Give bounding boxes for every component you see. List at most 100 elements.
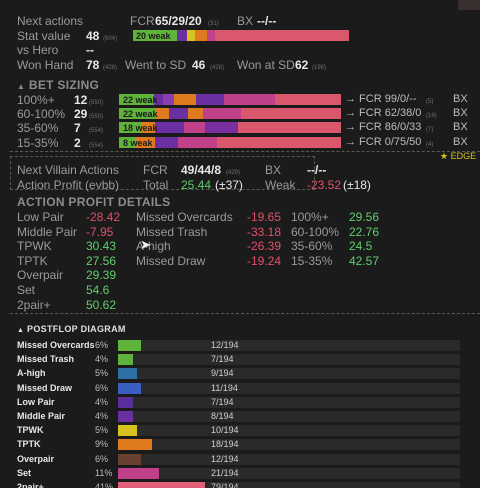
diagram-row-pct: 4% [95, 354, 109, 365]
weak-pm: (±18) [343, 178, 371, 192]
diagram-row-fill [118, 382, 141, 394]
villain-bx-label: BX [265, 163, 282, 177]
detail-value: 29.39 [86, 268, 117, 283]
fcr-sub: (31) [208, 21, 219, 27]
detail-value: -28.42 [86, 210, 121, 224]
star-icon: ★ [440, 151, 449, 161]
diagram-row-track [118, 411, 460, 422]
detail-label: 2pair+ [17, 297, 51, 312]
diagram-row-count: 18/194 [211, 439, 239, 450]
vs-hero-value: -- [86, 43, 94, 57]
detail-value: -33.18 [247, 224, 282, 239]
detail-label: TPWK [17, 239, 52, 254]
detail-label: Missed Overcards [136, 210, 233, 224]
detail-label: Overpair [17, 268, 64, 283]
diagram-row-fill [118, 340, 141, 351]
postflop-diagram-header[interactable]: ▲ POSTFLOP DIAGRAM [17, 324, 126, 335]
detail-value: 42.57 [349, 253, 380, 268]
bet-sizing-title: BET SIZING [28, 78, 100, 92]
next-villain-label: Next Villain Actions [17, 163, 119, 177]
hud-panel: Next actions FCR 65/29/20 (31) BX --/-- … [0, 0, 480, 488]
diagram-row-count: 79/194 [211, 482, 239, 488]
diagram-row-fill [118, 411, 133, 422]
bet-sizing-header[interactable]: ▲ BET SIZING [17, 79, 99, 91]
edge-badge: ★ EDGE [440, 152, 476, 161]
diagram-row-fill [118, 467, 159, 479]
diagram-row-count: 11/194 [211, 382, 238, 393]
action-profit-label: Action Profit (evbb) [17, 178, 120, 192]
diagram-row-label: Missed Draw [17, 382, 73, 393]
total-pm: (±37) [215, 178, 243, 192]
stat-value: 48 [86, 29, 100, 43]
diagram-row-label: Missed Overcards [17, 340, 95, 350]
fcr-value: 65/29/20 [155, 14, 202, 28]
detail-value: 22.76 [349, 224, 380, 239]
detail-label: 60-100% [291, 224, 340, 239]
detail-label: Set [17, 283, 36, 297]
diagram-row-label: TPTK [17, 439, 41, 450]
detail-label: Low Pair [17, 210, 64, 224]
detail-value: 29.56 [349, 210, 380, 224]
won-sd-sub: (198) [312, 65, 327, 71]
diagram-row-fill [118, 354, 133, 366]
diagram-row-pct: 9% [95, 439, 109, 450]
diagram-row-count: 10/194 [211, 425, 239, 436]
detail-value: -26.39 [247, 239, 282, 254]
stat-tag: 20 weak [136, 31, 171, 41]
diagram-row-count: 7/194 [211, 396, 234, 407]
edge-label: EDGE [450, 151, 477, 161]
diagram-row-track [118, 340, 460, 351]
diagram-row-fill [118, 439, 152, 451]
diagram-row-label: A-high [17, 368, 46, 379]
next-actions-label: Next actions [17, 14, 84, 28]
diagram-row-label: Low Pair [17, 396, 55, 407]
detail-value: 54.6 [86, 283, 110, 297]
diagram-row-count: 12/194 [211, 453, 239, 464]
went-sd-value: 46 [192, 58, 206, 72]
went-sd-label: Went to SD [125, 58, 187, 72]
detail-label: Missed Draw [136, 253, 206, 268]
diagram-row-track [118, 425, 460, 437]
diagram-row-pct: 6% [95, 453, 109, 464]
collapse-caret-icon: ▲ [17, 327, 25, 334]
diagram-row-count: 9/194 [211, 368, 234, 379]
detail-label: 15-35% [291, 253, 333, 268]
detail-label: 100%+ [291, 210, 329, 224]
diagram-row-count: 12/194 [211, 340, 239, 350]
diagram-row-track [118, 368, 460, 380]
detail-label: TPTK [17, 253, 48, 268]
diagram-row-track [118, 439, 460, 451]
diagram-row-count: 21/194 [211, 467, 239, 478]
won-sd-label: Won at SD [237, 58, 295, 72]
diagram-row-pct: 41% [95, 482, 114, 488]
diagram-row-pct: 6% [95, 382, 109, 393]
won-sd-value: 62 [295, 58, 309, 72]
detail-value: 24.5 [349, 239, 373, 254]
postflop-diagram-title: POSTFLOP DIAGRAM [27, 324, 126, 334]
vs-hero-label: vs Hero [17, 43, 59, 57]
won-hand-value: 78 [86, 58, 100, 72]
bet-sizing-divider [10, 92, 480, 152]
mouse-cursor-icon: ➤ [140, 237, 151, 252]
total-value: 25.44 [181, 178, 212, 192]
diagram-row-label: Overpair [17, 453, 55, 464]
stat-value-sub: (604) [103, 36, 118, 42]
detail-label: Missed Trash [136, 224, 208, 239]
diagram-row-fill [118, 453, 141, 465]
diagram-divider [10, 313, 480, 314]
diagram-row-fill [118, 396, 133, 408]
stat-value-label: Stat value [17, 29, 71, 43]
went-sd-sub: (428) [210, 65, 225, 71]
diagram-row-fill [118, 425, 137, 437]
won-hand-sub: (428) [103, 65, 118, 71]
collapse-caret-icon: ▲ [17, 82, 26, 91]
diagram-row-count: 7/194 [211, 354, 234, 365]
diagram-row-label: Missed Trash [17, 354, 75, 365]
diagram-row-label: Middle Pair [17, 411, 66, 421]
detail-value: 30.43 [86, 239, 117, 254]
diagram-row-fill [118, 482, 205, 488]
fcr-label: FCR [130, 14, 155, 28]
total-label: Total [143, 178, 169, 192]
detail-value: 50.62 [86, 297, 117, 312]
action-profit-details-title: ACTION PROFIT DETAILS [17, 195, 171, 209]
